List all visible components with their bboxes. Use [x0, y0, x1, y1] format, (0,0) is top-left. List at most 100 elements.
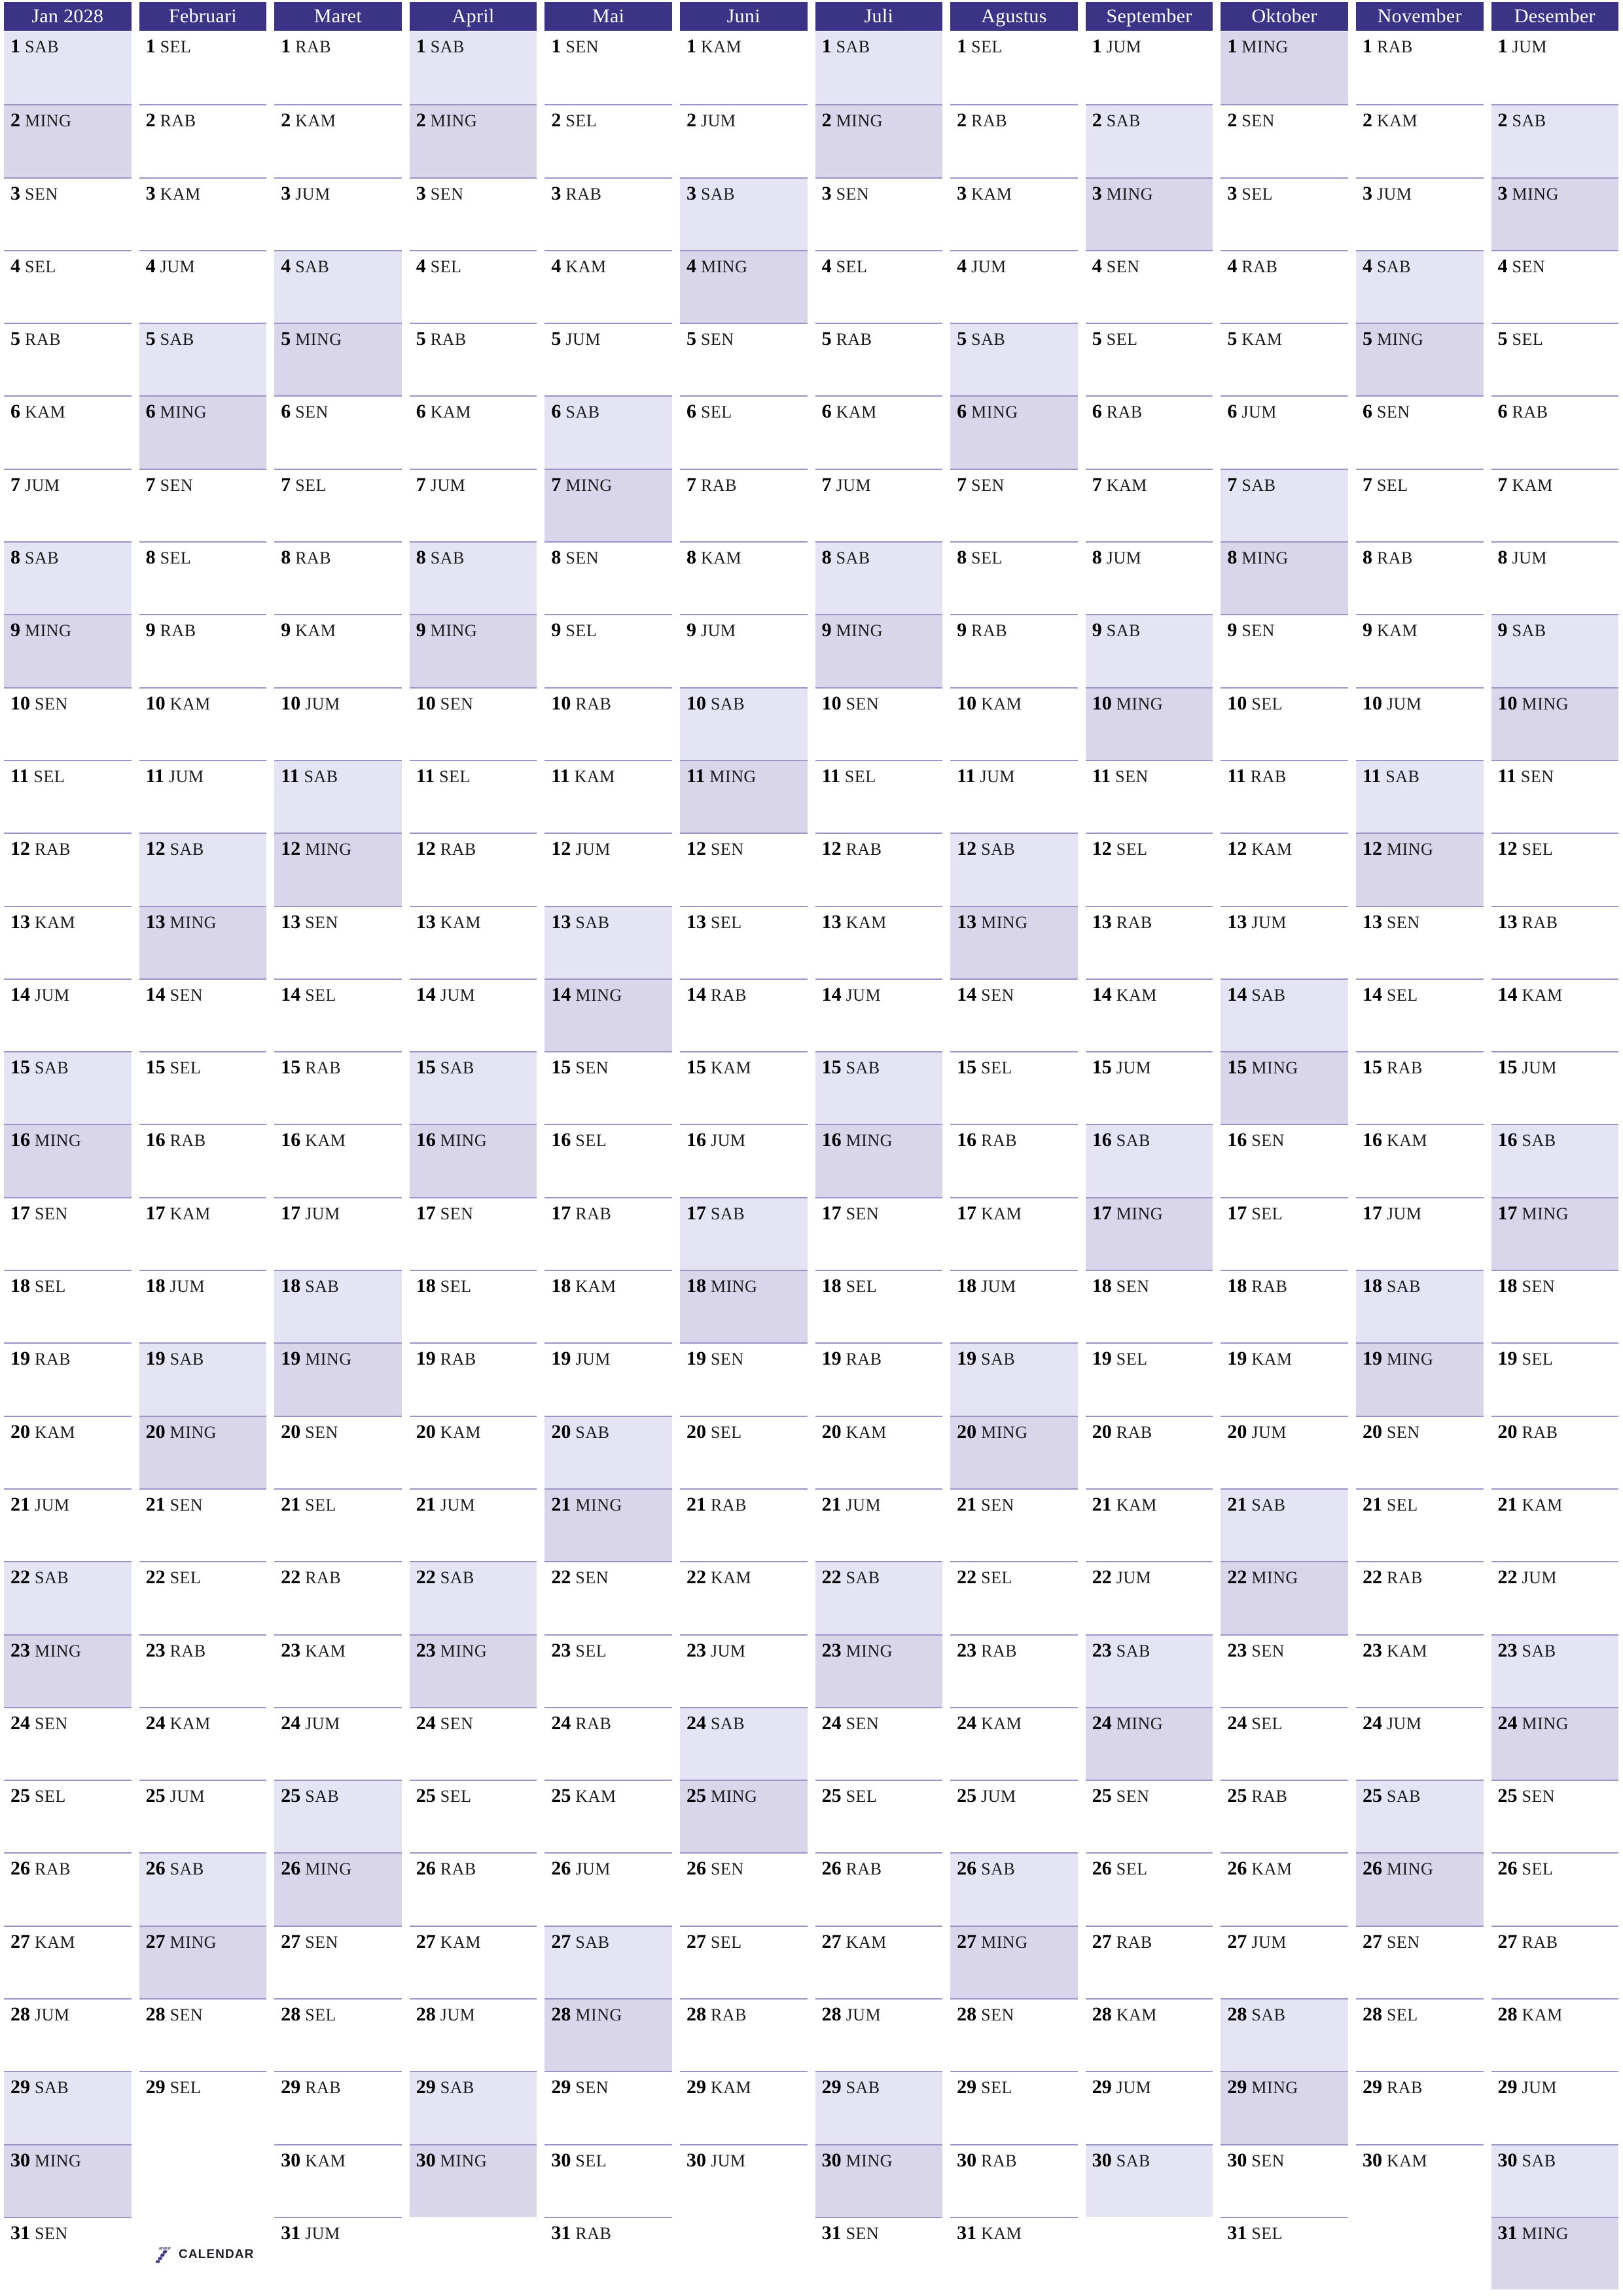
day-cell[interactable]: 8 SAB [4, 541, 132, 615]
day-cell[interactable]: 4 MING [679, 249, 808, 323]
day-cell[interactable]: 27 MING [139, 1925, 267, 1999]
day-cell[interactable]: 1 SEL [139, 31, 267, 105]
day-cell[interactable]: 4 SEL [409, 249, 537, 323]
day-cell[interactable]: 1 SAB [409, 31, 537, 105]
month-header-agustus[interactable]: Agustus [950, 2, 1078, 31]
day-cell[interactable]: 31 RAB [544, 2216, 672, 2290]
day-cell[interactable]: 16 SEL [544, 1124, 672, 1197]
day-cell[interactable]: 25 SEN [1491, 1780, 1619, 1853]
day-cell[interactable]: 2 SAB [1491, 104, 1619, 177]
day-cell[interactable]: 18 SEL [409, 1270, 537, 1343]
day-cell[interactable]: 16 JUM [679, 1124, 808, 1197]
day-cell[interactable]: 22 RAB [274, 1561, 402, 1634]
day-cell[interactable]: 9 SEL [544, 614, 672, 687]
day-cell[interactable]: 17 SEL [1221, 1196, 1348, 1270]
day-cell[interactable]: 6 JUM [1221, 395, 1348, 469]
day-cell[interactable]: 17 MING [1491, 1196, 1619, 1270]
day-cell[interactable]: 11 SEL [409, 759, 537, 833]
day-cell[interactable]: 29 MING [1221, 2071, 1348, 2144]
day-cell[interactable]: 25 KAM [544, 1780, 672, 1853]
day-cell[interactable]: 19 MING [1355, 1342, 1484, 1416]
day-cell[interactable]: 25 SEL [409, 1780, 537, 1853]
month-header-september[interactable]: September [1085, 2, 1213, 31]
day-cell[interactable]: 29 SEN [544, 2071, 672, 2144]
day-cell[interactable]: 21 KAM [1085, 1488, 1213, 1562]
day-cell[interactable]: 10 RAB [544, 687, 672, 760]
day-cell[interactable]: 14 SEL [274, 978, 402, 1052]
day-cell[interactable]: 28 JUM [4, 1998, 132, 2072]
day-cell[interactable]: 12 SAB [139, 833, 267, 906]
day-cell[interactable]: 1 MING [1221, 31, 1348, 105]
day-cell[interactable]: 15 SAB [815, 1051, 943, 1124]
day-cell[interactable]: 3 MING [1085, 177, 1213, 250]
day-cell[interactable]: 15 SEL [950, 1051, 1078, 1124]
day-cell[interactable]: 24 SEN [4, 1706, 132, 1780]
day-cell[interactable]: 26 RAB [815, 1852, 943, 1926]
day-cell[interactable]: 7 JUM [409, 468, 537, 542]
day-cell[interactable]: 24 MING [1491, 1706, 1619, 1780]
day-cell[interactable]: 15 SEN [544, 1051, 672, 1124]
day-cell[interactable]: 7 KAM [1085, 468, 1213, 542]
day-cell[interactable]: 8 MING [1221, 541, 1348, 615]
day-cell[interactable]: 9 SAB [1085, 614, 1213, 687]
day-cell[interactable]: 10 SEN [409, 687, 537, 760]
month-header-juli[interactable]: Juli [815, 2, 943, 31]
day-cell[interactable]: 1 SEL [950, 31, 1078, 105]
day-cell[interactable]: 8 JUM [1085, 541, 1213, 615]
day-cell[interactable]: 6 KAM [409, 395, 537, 469]
day-cell[interactable]: 1 JUM [1085, 31, 1213, 105]
day-cell[interactable]: 2 MING [409, 104, 537, 177]
day-cell[interactable]: 22 RAB [1355, 1561, 1484, 1634]
day-cell[interactable]: 22 SEN [544, 1561, 672, 1634]
day-cell[interactable]: 8 SAB [815, 541, 943, 615]
day-cell[interactable]: 1 SEN [544, 31, 672, 105]
day-cell[interactable]: 22 SAB [815, 1561, 943, 1634]
day-cell[interactable]: 8 SEL [139, 541, 267, 615]
day-cell[interactable]: 30 JUM [679, 2144, 808, 2217]
day-cell[interactable]: 29 JUM [1085, 2071, 1213, 2144]
day-cell[interactable]: 25 JUM [139, 1780, 267, 1853]
day-cell[interactable]: 18 MING [679, 1270, 808, 1343]
day-cell[interactable]: 14 JUM [815, 978, 943, 1052]
day-cell[interactable]: 11 SAB [274, 759, 402, 833]
day-cell[interactable]: 18 SEN [1085, 1270, 1213, 1343]
day-cell[interactable]: 4 SEL [815, 249, 943, 323]
day-cell[interactable]: 3 JUM [1355, 177, 1484, 250]
day-cell[interactable]: 17 KAM [139, 1196, 267, 1270]
day-cell[interactable]: 6 SEN [274, 395, 402, 469]
day-cell[interactable]: 27 SEN [274, 1925, 402, 1999]
day-cell[interactable]: 16 MING [815, 1124, 943, 1197]
day-cell[interactable]: 3 SAB [679, 177, 808, 250]
day-cell[interactable]: 26 SEL [1085, 1852, 1213, 1926]
day-cell[interactable]: 9 JUM [679, 614, 808, 687]
day-cell[interactable]: 11 SEN [1085, 759, 1213, 833]
day-cell[interactable]: 28 KAM [1085, 1998, 1213, 2072]
day-cell[interactable]: 9 MING [409, 614, 537, 687]
day-cell[interactable]: 23 SEN [1221, 1634, 1348, 1707]
day-cell[interactable]: 18 SAB [1355, 1270, 1484, 1343]
day-cell[interactable]: 30 MING [815, 2144, 943, 2217]
day-cell[interactable]: 30 RAB [950, 2144, 1078, 2217]
day-cell[interactable]: 4 KAM [544, 249, 672, 323]
day-cell[interactable]: 25 SEL [815, 1780, 943, 1853]
day-cell[interactable]: 8 KAM [679, 541, 808, 615]
day-cell[interactable]: 31 KAM [950, 2216, 1078, 2290]
day-cell[interactable]: 20 KAM [815, 1415, 943, 1488]
day-cell[interactable]: 14 SEL [1355, 978, 1484, 1052]
day-cell[interactable]: 2 SAB [1085, 104, 1213, 177]
day-cell[interactable]: 23 SEL [544, 1634, 672, 1707]
day-cell[interactable]: 23 MING [815, 1634, 943, 1707]
day-cell[interactable]: 20 SEN [274, 1415, 402, 1488]
day-cell[interactable]: 21 SEL [1355, 1488, 1484, 1562]
day-cell[interactable]: 22 JUM [1085, 1561, 1213, 1634]
day-cell[interactable]: 1 RAB [274, 31, 402, 105]
day-cell[interactable]: 21 KAM [1491, 1488, 1619, 1562]
day-cell[interactable]: 1 JUM [1491, 31, 1619, 105]
day-cell[interactable]: 2 MING [4, 104, 132, 177]
day-cell[interactable]: 12 RAB [4, 833, 132, 906]
day-cell[interactable]: 6 KAM [4, 395, 132, 469]
day-cell[interactable]: 13 SEN [274, 905, 402, 978]
day-cell[interactable]: 29 SAB [4, 2071, 132, 2144]
day-cell[interactable]: 13 MING [950, 905, 1078, 978]
day-cell[interactable]: 11 SEL [4, 759, 132, 833]
